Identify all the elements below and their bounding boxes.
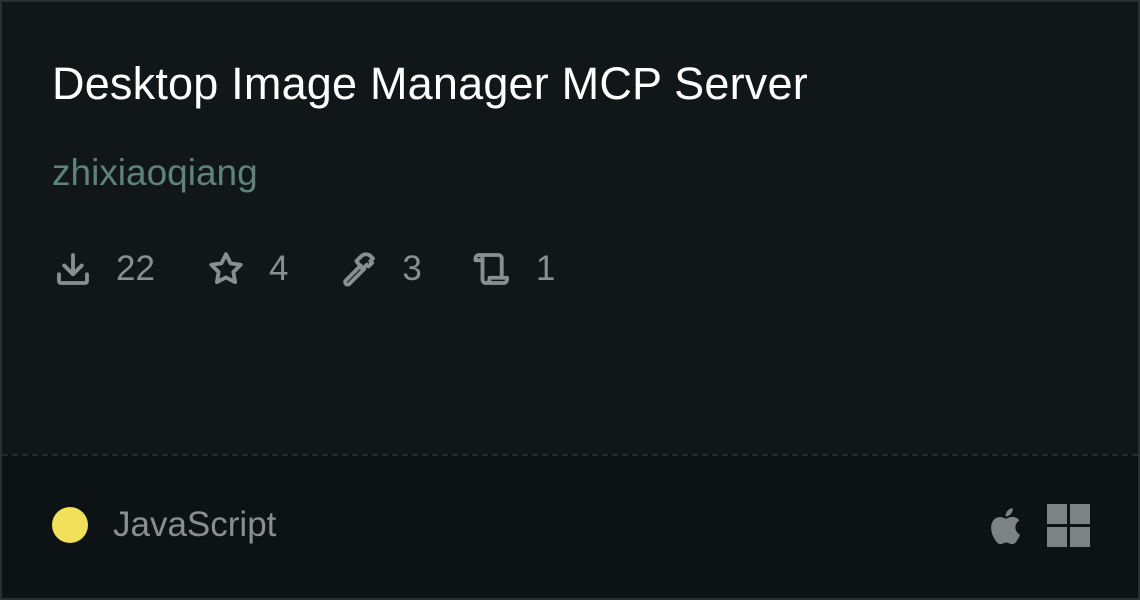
downloads-count: 22 [116, 249, 155, 288]
language-indicator: JavaScript [52, 505, 276, 545]
apple-icon [991, 507, 1021, 544]
card-body: Desktop Image Manager MCP Server zhixiao… [2, 2, 1138, 454]
stat-tools: 3 [338, 248, 422, 290]
stat-downloads: 22 [52, 248, 155, 290]
download-icon [57, 253, 89, 285]
windows-icon [1047, 504, 1090, 547]
star-icon [209, 252, 243, 285]
stat-resources: 1 [472, 248, 555, 290]
language-color-dot [52, 507, 88, 543]
server-author[interactable]: zhixiaoqiang [52, 152, 258, 194]
server-title[interactable]: Desktop Image Manager MCP Server [52, 58, 808, 110]
platform-icons [986, 504, 1090, 547]
scroll-icon [473, 253, 509, 285]
stat-stars: 4 [205, 248, 288, 290]
stats-row: 22 4 3 1 [52, 246, 605, 292]
tools-count: 3 [402, 249, 422, 288]
hammer-icon [343, 252, 376, 287]
server-card[interactable]: Desktop Image Manager MCP Server zhixiao… [2, 2, 1138, 598]
resources-count: 1 [535, 249, 556, 288]
language-name: JavaScript [113, 505, 277, 544]
stars-count: 4 [268, 249, 289, 288]
